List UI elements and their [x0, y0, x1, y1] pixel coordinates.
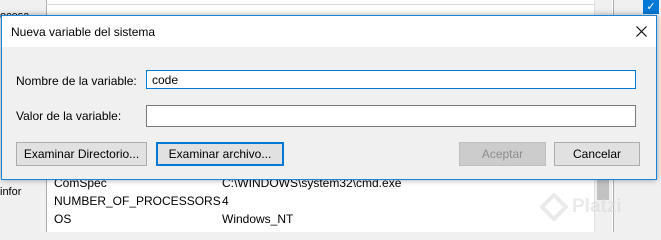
platzi-logo-icon: [540, 193, 568, 221]
browse-directory-button[interactable]: Examinar Directorio...: [16, 142, 147, 166]
list-divider: [46, 4, 612, 5]
list-item-name[interactable]: NUMBER_OF_PROCESSORS: [54, 194, 221, 208]
platzi-watermark: Platzi: [540, 193, 622, 221]
list-item-value[interactable]: 4: [222, 194, 229, 208]
variable-name-label: Nombre de la variable:: [16, 74, 137, 88]
variable-value-input[interactable]: [146, 105, 636, 127]
cancel-button[interactable]: Cancelar: [554, 142, 640, 166]
close-icon: [635, 25, 647, 37]
close-button[interactable]: [626, 16, 656, 46]
watermark-text: Platzi: [572, 196, 622, 217]
variable-name-input[interactable]: [146, 70, 636, 89]
browse-file-button[interactable]: Examinar archivo...: [156, 142, 284, 166]
ok-button[interactable]: Aceptar: [459, 142, 546, 166]
background-fragment-text: infor: [0, 186, 22, 198]
dialog-titlebar[interactable]: Nueva variable del sistema: [2, 16, 656, 47]
new-system-variable-dialog: Nueva variable del sistema Nombre de la …: [1, 15, 657, 180]
list-item-value[interactable]: Windows_NT: [222, 212, 293, 226]
list-item-name[interactable]: OS: [54, 212, 71, 226]
variable-value-label: Valor de la variable:: [16, 109, 122, 123]
checkmark-icon: ✓: [643, 0, 659, 14]
dialog-title: Nueva variable del sistema: [11, 25, 156, 39]
